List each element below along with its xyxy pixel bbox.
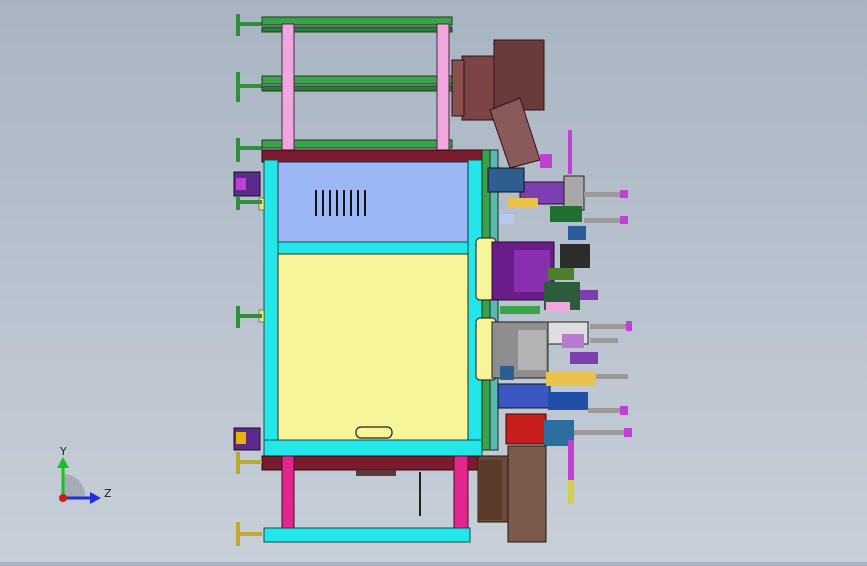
machine-assembly-view[interactable]: Y Z [0, 0, 867, 562]
door-handle [355, 426, 393, 439]
coordinate-triad: Y Z [57, 445, 112, 504]
left-fixtures[interactable] [233, 171, 262, 546]
main-cabinet[interactable] [258, 149, 485, 471]
z-axis-label: Z [104, 487, 112, 500]
top-motor-housing[interactable] [451, 39, 545, 169]
y-axis-label: Y [59, 445, 67, 458]
top-rack[interactable] [236, 14, 453, 162]
cad-viewport[interactable]: Y Z [0, 0, 867, 562]
right-mechanism[interactable] [475, 130, 632, 543]
